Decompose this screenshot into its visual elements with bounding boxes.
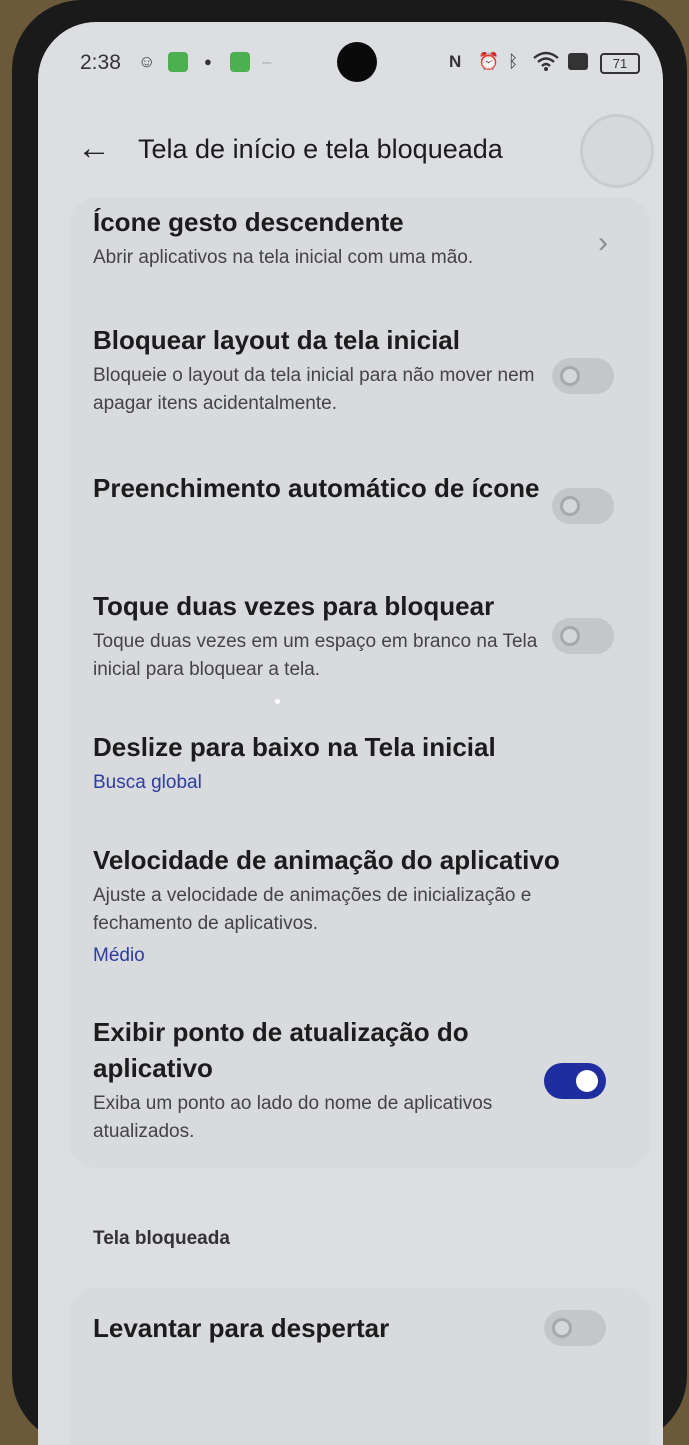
setting-description: Ajuste a velocidade de animações de inic…: [93, 885, 532, 934]
setting-double-tap-lock[interactable]: Toque duas vezes para bloquear Toque dua…: [93, 588, 563, 684]
wifi-icon: [533, 51, 559, 76]
screen: 2:38 ☺ ● – N ⏰ ᛒ 71 ← Tela de início e t…: [38, 22, 663, 1445]
mute-icon: ●: [204, 54, 212, 69]
status-bar: 2:38 ☺ ● – N ⏰ ᛒ 71: [38, 22, 663, 102]
toggle-knob: [560, 496, 580, 516]
setting-title: Bloquear layout da tela inicial: [93, 325, 460, 355]
setting-title: Toque duas vezes para bloquear: [93, 591, 495, 621]
setting-title: Ícone gesto descendente: [93, 207, 404, 237]
back-arrow-icon[interactable]: ←: [74, 130, 114, 170]
toggle-knob: [576, 1070, 598, 1092]
floating-circle-button[interactable]: [580, 114, 654, 188]
lock-layout-toggle[interactable]: [552, 358, 614, 394]
setting-description: Abrir aplicativos na tela inicial com um…: [93, 247, 474, 268]
page-title: Tela de início e tela bloqueada: [138, 134, 503, 164]
toggle-knob: [560, 626, 580, 646]
chevron-right-icon: ›: [598, 226, 608, 259]
status-time: 2:38: [80, 51, 121, 74]
setting-raise-to-wake[interactable]: Levantar para despertar: [93, 1310, 563, 1346]
setting-title: Preenchimento automático de ícone: [93, 473, 540, 503]
setting-title: Levantar para despertar: [93, 1313, 390, 1343]
front-camera: [337, 42, 377, 82]
sim-icon: [568, 53, 588, 70]
smiley-icon: ☺: [138, 52, 156, 71]
toggle-knob: [560, 366, 580, 386]
scroll-indicator-dot: [275, 699, 280, 704]
battery-icon: 71: [600, 53, 640, 74]
toggle-knob: [552, 1318, 572, 1338]
setting-auto-fill-icon[interactable]: Preenchimento automático de ícone: [93, 470, 563, 506]
setting-value: Busca global: [93, 772, 202, 793]
setting-update-dot[interactable]: Exibir ponto de atualização do aplicativ…: [93, 1014, 563, 1146]
setting-value: Médio: [93, 945, 145, 966]
dash-icon: –: [262, 52, 272, 71]
top-app-bar: ← Tela de início e tela bloqueada: [38, 102, 663, 198]
setting-description: Bloqueie o layout da tela inicial para n…: [93, 365, 535, 414]
section-header-lock-screen: Tela bloqueada: [93, 1228, 230, 1249]
setting-icon-gesture[interactable]: Ícone gesto descendente Abrir aplicativo…: [93, 204, 563, 272]
setting-title: Exibir ponto de atualização do aplicativ…: [93, 1017, 469, 1083]
double-tap-lock-toggle[interactable]: [552, 618, 614, 654]
setting-description: Exiba um ponto ao lado do nome de aplica…: [93, 1093, 493, 1142]
auto-fill-icon-toggle[interactable]: [552, 488, 614, 524]
setting-description: Toque duas vezes em um espaço em branco …: [93, 631, 538, 680]
nfc-icon: N: [449, 52, 462, 71]
bluetooth-icon: ᛒ: [508, 52, 519, 71]
raise-to-wake-toggle[interactable]: [544, 1310, 606, 1346]
setting-lock-layout[interactable]: Bloquear layout da tela inicial Bloqueie…: [93, 322, 563, 418]
app-green-icon: [168, 52, 188, 72]
setting-title: Velocidade de animação do aplicativo: [93, 845, 560, 875]
setting-swipe-down[interactable]: Deslize para baixo na Tela inicial Busca…: [93, 729, 563, 797]
setting-animation-speed[interactable]: Velocidade de animação do aplicativo Aju…: [93, 842, 593, 970]
app-green-icon: [230, 52, 250, 72]
setting-title: Deslize para baixo na Tela inicial: [93, 732, 496, 762]
alarm-icon: ⏰: [478, 52, 500, 71]
update-dot-toggle[interactable]: [544, 1063, 606, 1099]
